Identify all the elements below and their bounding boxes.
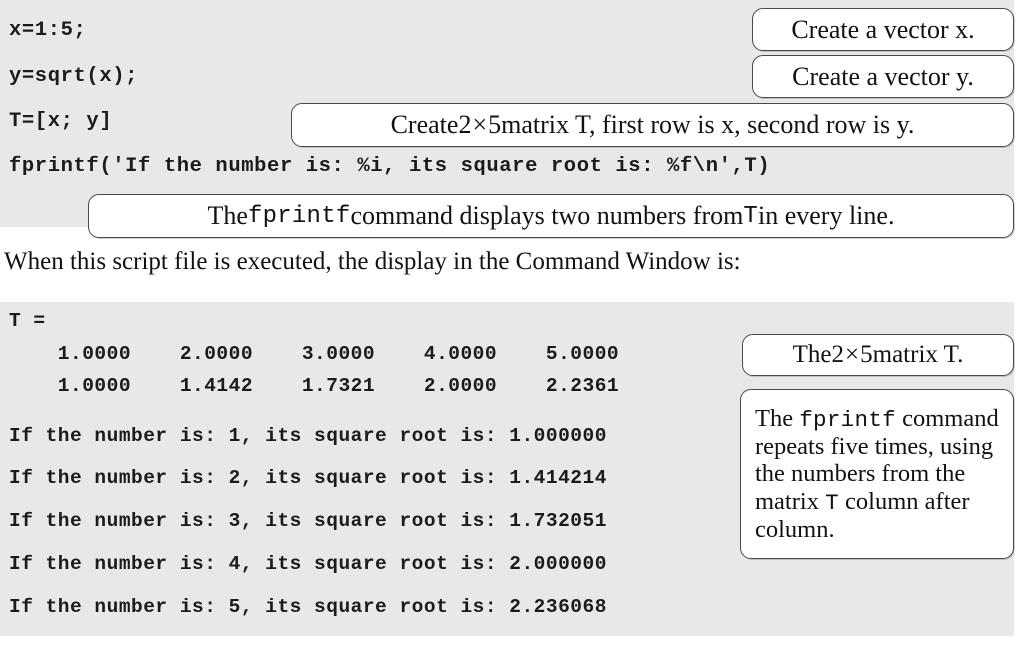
callout-matrix-t-label: The 2 × 5 matrix T. <box>742 334 1014 376</box>
callout-text-segment: The <box>207 201 248 230</box>
callout-text-segment: in every line. <box>758 201 895 230</box>
callout-fprintf-displays-two-numbers: The fprintf command displays two numbers… <box>88 194 1014 238</box>
output-variable-header: T = <box>9 310 46 332</box>
callout-text-segment: Create <box>390 110 459 139</box>
matrix-t-keyword: T <box>743 202 758 230</box>
output-fprintf-line: If the number is: 4, its square root is:… <box>9 553 607 575</box>
callout-create-vector-x: Create a vector x. <box>752 8 1014 51</box>
callout-text-segment: matrix T, first row is x, second row is … <box>501 110 915 139</box>
matrix-cols-value: 5 <box>860 341 873 368</box>
callout-paragraph: The fprintf command repeats five times, … <box>755 405 1003 544</box>
output-matrix-row-1: 1.0000 2.0000 3.0000 4.0000 5.0000 <box>9 343 620 365</box>
fprintf-keyword: fprintf <box>247 202 351 230</box>
output-fprintf-line: If the number is: 2, its square root is:… <box>9 467 607 489</box>
callout-text-segment: The <box>792 341 832 368</box>
callout-text-segment: matrix T. <box>872 341 964 368</box>
output-fprintf-line: If the number is: 5, its square root is:… <box>9 596 607 618</box>
code-line-vector-y: y=sqrt(x); <box>9 65 139 88</box>
body-sentence: When this script file is executed, the d… <box>4 248 741 275</box>
callout-create-matrix-t: Create 2 × 5 matrix T, first row is x, sec… <box>291 103 1014 147</box>
matrix-t-keyword: T <box>825 489 839 516</box>
matrix-rows-value: 2 <box>458 110 472 139</box>
multiplication-sign-icon: × <box>845 341 860 368</box>
callout-text-segment: The <box>755 404 800 432</box>
code-line-vector-x: x=1:5; <box>9 19 87 42</box>
matrix-rows-value: 2 <box>831 341 845 368</box>
matrix-cols-value: 5 <box>488 110 502 139</box>
output-matrix-row-2: 1.0000 1.4142 1.7321 2.0000 2.2361 <box>9 375 620 397</box>
callout-create-vector-y: Create a vector y. <box>752 55 1014 98</box>
output-fprintf-line: If the number is: 1, its square root is:… <box>9 425 607 447</box>
output-fprintf-line: If the number is: 3, its square root is:… <box>9 510 607 532</box>
code-line-matrix-t: T=[x; y] <box>9 110 113 133</box>
callout-fprintf-repeats-five-times: The fprintf command repeats five times, … <box>740 389 1014 559</box>
code-line-fprintf: fprintf('If the number is: %i, its squar… <box>9 155 771 178</box>
multiplication-sign-icon: × <box>472 110 488 139</box>
fprintf-keyword: fprintf <box>799 406 896 433</box>
callout-text-segment: command displays two numbers from <box>350 201 744 230</box>
